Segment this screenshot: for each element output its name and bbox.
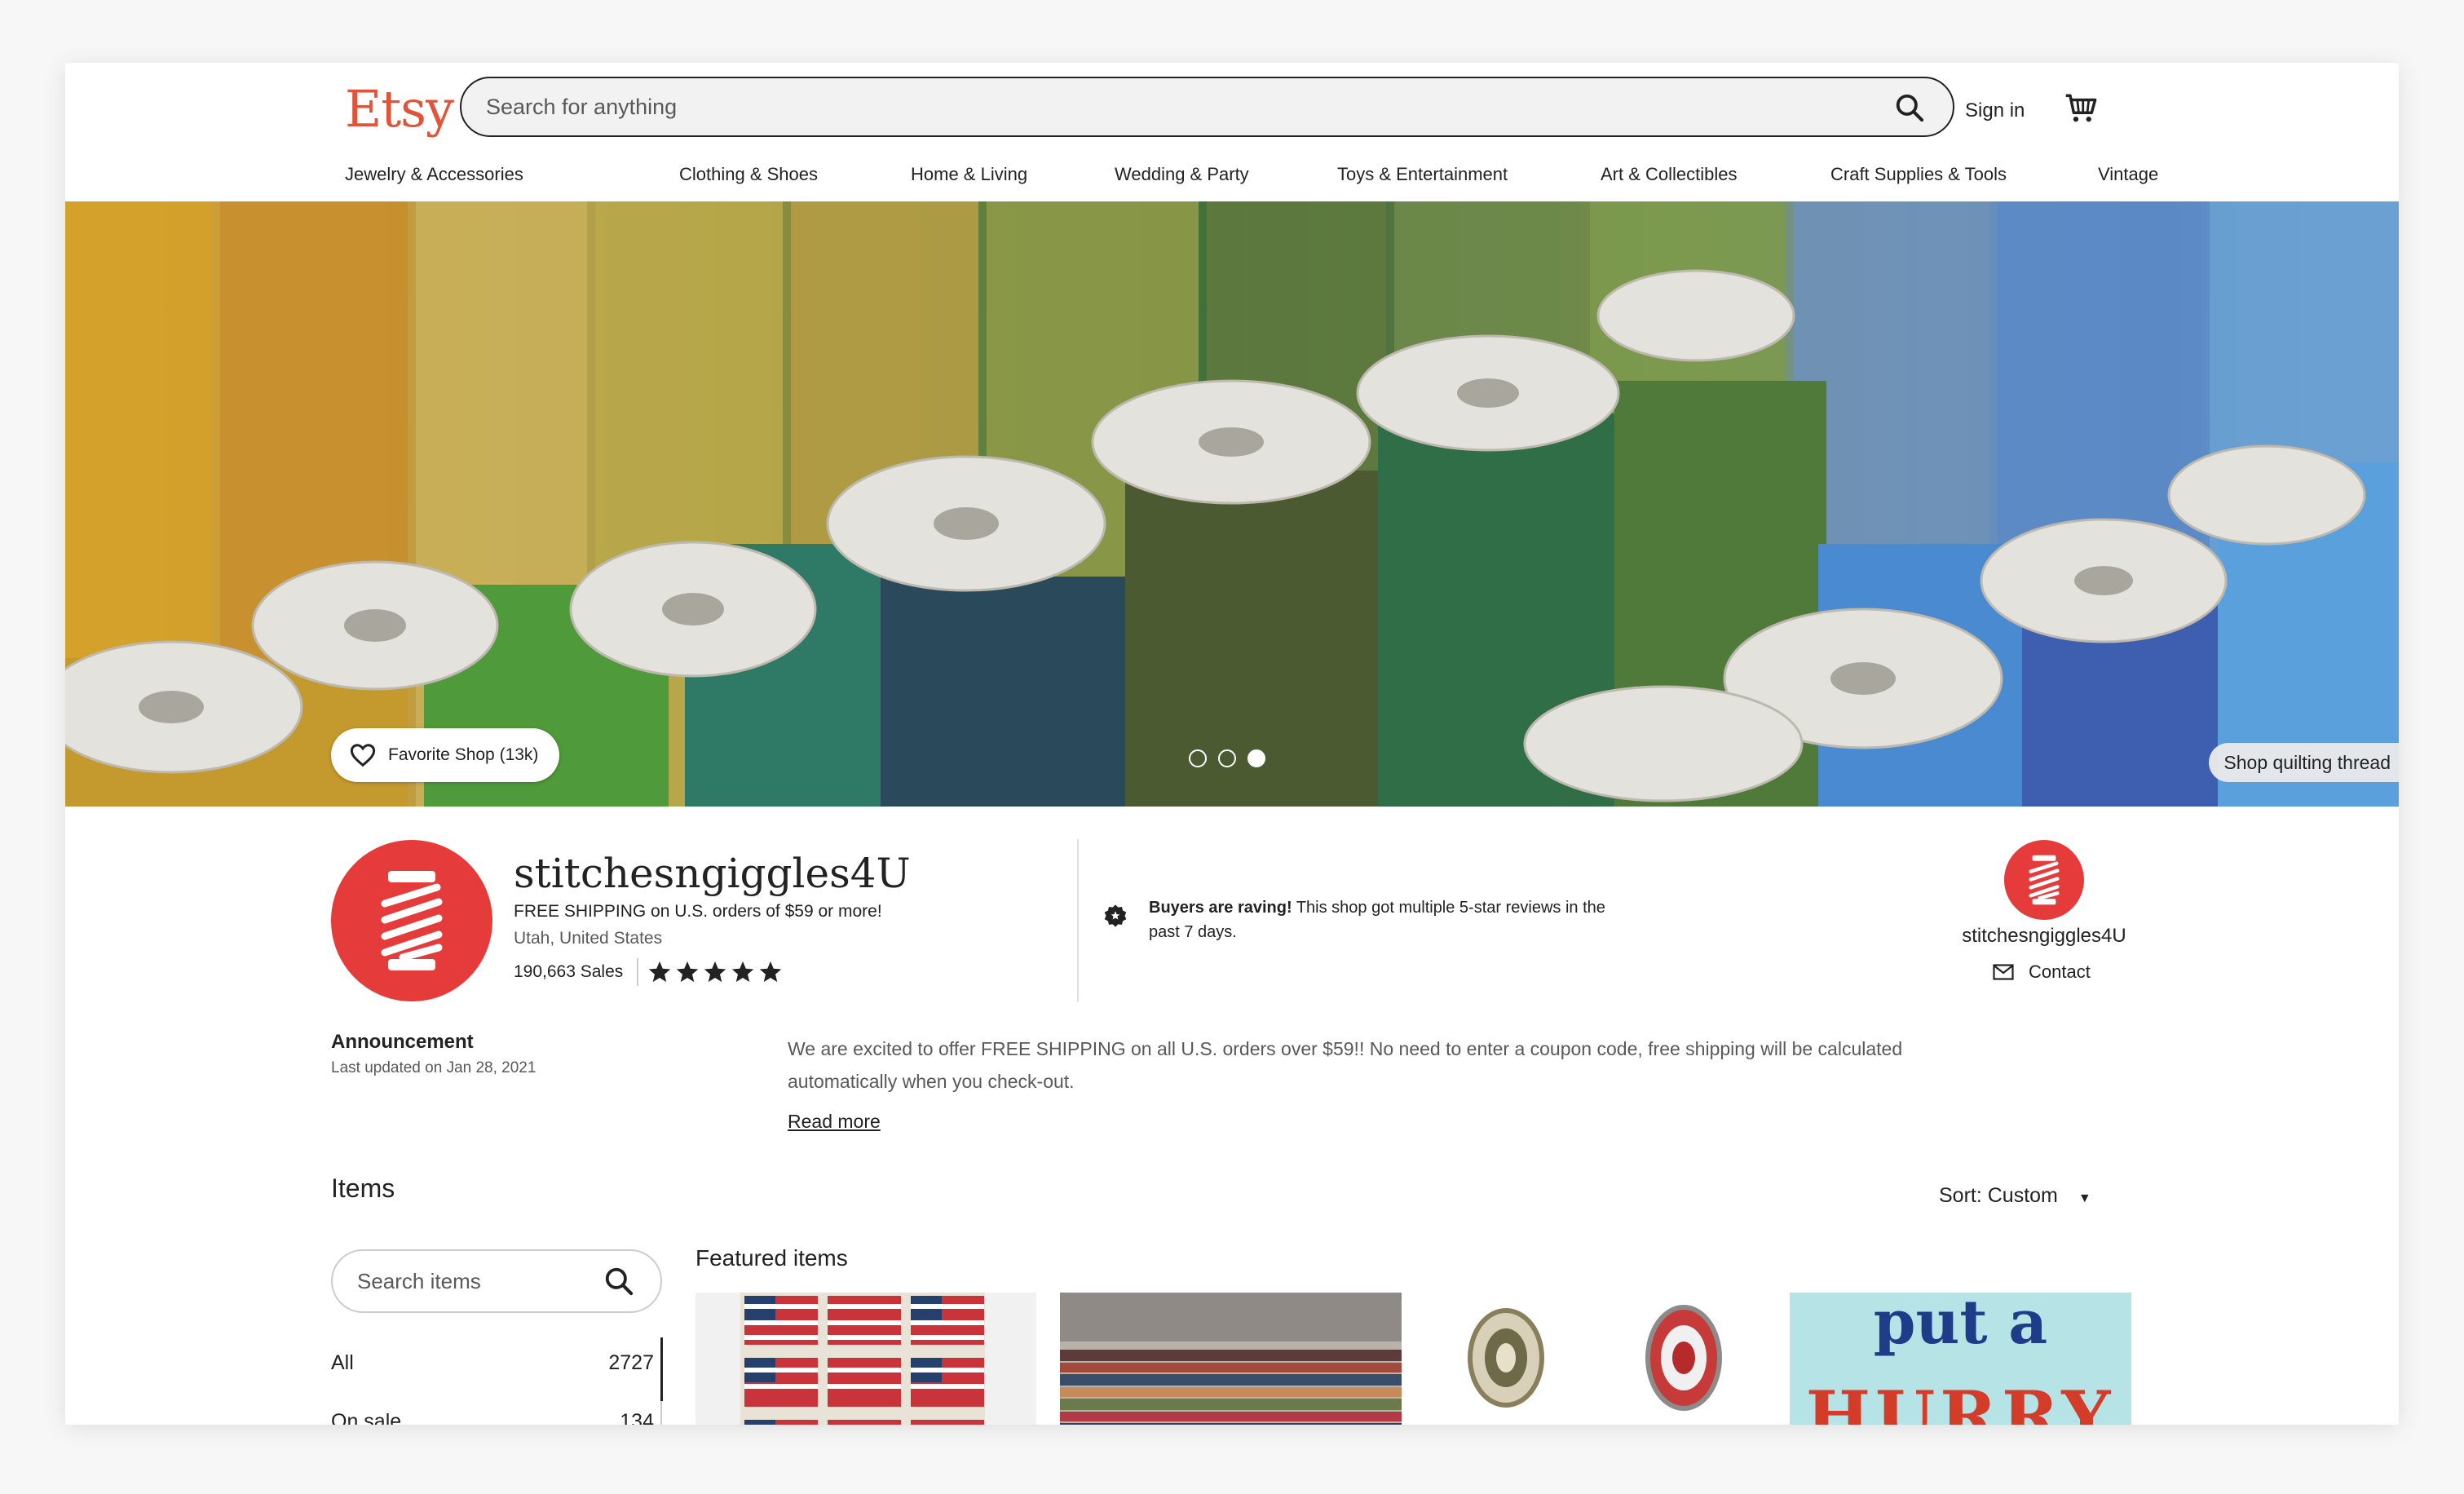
- shop-shipping-note: FREE SHIPPING on U.S. orders of $59 or m…: [514, 902, 882, 921]
- star-icon: [759, 961, 782, 983]
- search-icon[interactable]: [603, 1266, 634, 1297]
- spool-logo-icon: [2029, 855, 2060, 905]
- sales-divider: [637, 958, 638, 986]
- carousel-dot-1[interactable]: [1189, 749, 1207, 767]
- featured-item-4[interactable]: put a HURRY: [1790, 1293, 2131, 1425]
- items-search-input[interactable]: Search items: [357, 1269, 481, 1294]
- nav-item-craft-supplies[interactable]: Craft Supplies & Tools: [1830, 164, 2007, 185]
- filter-active-indicator: [660, 1337, 663, 1401]
- carousel-dots: [1189, 749, 1265, 767]
- flag-quilt-image: [740, 1293, 985, 1425]
- nav-item-clothing[interactable]: Clothing & Shoes: [679, 164, 818, 185]
- announcement-title: Announcement: [331, 1031, 474, 1053]
- shop-location: Utah, United States: [514, 929, 663, 948]
- shop-name: stitchesngiggles4U: [514, 850, 911, 897]
- nav-item-vintage[interactable]: Vintage: [2098, 164, 2158, 185]
- items-search-bar[interactable]: Search items: [331, 1249, 662, 1313]
- category-nav: Jewelry & Accessories Clothing & Shoes H…: [345, 164, 2158, 197]
- filter-label: On sale: [331, 1410, 402, 1425]
- featured-item-3[interactable]: [1424, 1293, 1766, 1425]
- sort-dropdown[interactable]: Sort: Custom ▼: [1939, 1184, 2091, 1208]
- featured-item-4-text-bottom: HURRY: [1805, 1376, 2116, 1425]
- mail-icon: [1993, 964, 2014, 980]
- featured-item-4-text-top: put a: [1873, 1293, 2048, 1358]
- shop-banner: Favorite Shop (13k) Shop quilting thread: [65, 201, 2399, 807]
- owner-avatar[interactable]: [2004, 840, 2084, 920]
- etsy-logo[interactable]: Etsy: [345, 79, 454, 139]
- owner-name[interactable]: stitchesngiggles4U: [1957, 925, 2131, 948]
- search-input[interactable]: Search for anything: [486, 95, 677, 120]
- caret-down-icon: ▼: [2078, 1191, 2091, 1205]
- announcement-body: We are excited to offer FREE SHIPPING on…: [788, 1038, 1903, 1092]
- browser-window: Etsy Search for anything Sign in Jewelry…: [65, 63, 2399, 1425]
- filter-rail: [660, 1401, 662, 1425]
- thread-spools-image: [65, 201, 2399, 807]
- announcement-date: Last updated on Jan 28, 2021: [331, 1059, 537, 1076]
- featured-items-heading: Featured items: [695, 1245, 848, 1271]
- nav-item-art[interactable]: Art & Collectibles: [1601, 164, 1738, 185]
- shop-info-divider: [1077, 839, 1079, 1002]
- cart-icon[interactable]: [2064, 91, 2099, 126]
- star-icon: [676, 961, 699, 983]
- featured-item-2[interactable]: [1060, 1293, 1402, 1425]
- nav-item-toys[interactable]: Toys & Entertainment: [1337, 164, 1508, 185]
- filter-count: 2727: [608, 1351, 654, 1374]
- nav-item-home-living[interactable]: Home & Living: [911, 164, 1027, 185]
- read-more-link[interactable]: Read more: [788, 1111, 881, 1133]
- search-bar[interactable]: Search for anything: [460, 77, 1954, 137]
- filter-label: All: [331, 1351, 354, 1374]
- favorite-shop-button[interactable]: Favorite Shop (13k): [331, 728, 560, 782]
- star-icon: [704, 961, 726, 983]
- carousel-dot-2[interactable]: [1218, 749, 1236, 767]
- nav-item-wedding[interactable]: Wedding & Party: [1115, 164, 1249, 185]
- buyers-raving-text: Buyers are raving! This shop got multipl…: [1149, 895, 1638, 944]
- shop-quilting-thread-link[interactable]: Shop quilting thread: [2209, 743, 2399, 782]
- nav-item-jewelry[interactable]: Jewelry & Accessories: [345, 164, 523, 185]
- buyers-raving-title: Buyers are raving!: [1149, 899, 1292, 917]
- jelly-roll-image: [1468, 1305, 1722, 1411]
- star-badge-icon: [1104, 904, 1127, 927]
- carousel-dot-3[interactable]: [1247, 749, 1265, 767]
- shop-rating-stars[interactable]: [647, 960, 783, 984]
- heart-icon: [350, 744, 376, 767]
- contact-button[interactable]: Contact: [1993, 961, 2091, 983]
- shop-avatar[interactable]: [331, 840, 492, 1001]
- filter-count: 134: [620, 1410, 654, 1425]
- search-icon[interactable]: [1894, 92, 1925, 123]
- sort-label: Sort: Custom: [1939, 1184, 2058, 1207]
- spool-logo-icon: [381, 871, 443, 970]
- star-icon: [648, 961, 671, 983]
- filter-item-all[interactable]: All 2727: [331, 1351, 654, 1375]
- filter-item-on-sale[interactable]: On sale 134: [331, 1410, 654, 1425]
- fabric-stack-image: [1060, 1293, 1402, 1425]
- contact-label: Contact: [2029, 961, 2091, 982]
- shop-sales-count[interactable]: 190,663 Sales: [514, 962, 623, 982]
- featured-item-1[interactable]: [695, 1293, 1036, 1425]
- favorite-shop-label: Favorite Shop (13k): [388, 745, 539, 764]
- sign-in-link[interactable]: Sign in: [1965, 99, 2025, 122]
- star-icon: [731, 961, 754, 983]
- items-heading: Items: [331, 1174, 395, 1203]
